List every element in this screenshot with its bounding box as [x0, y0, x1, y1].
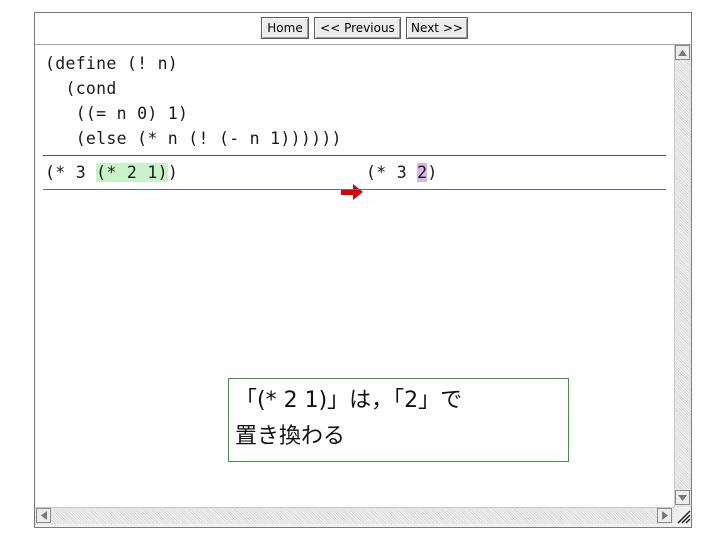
content-pane: (define (! n) (cond ((= n 0) 1) (else (*… [36, 45, 674, 507]
before-suffix: ) [167, 163, 179, 182]
scroll-up-icon[interactable] [675, 45, 690, 60]
scroll-down-icon[interactable] [675, 490, 690, 505]
scroll-left-icon[interactable] [36, 508, 51, 523]
code-line-2: (cond [45, 79, 117, 98]
toolbar: Home << Previous Next >> [35, 13, 691, 45]
reduction-after: (* 3 2) [366, 161, 438, 185]
redex-highlight: (* 2 1) [96, 163, 168, 182]
explanation-note: 「(* 2 1)」は，「2」で 置き換わる [228, 378, 569, 462]
divider-bottom [43, 189, 666, 190]
red-right-arrow-icon [341, 184, 363, 200]
divider-top [43, 155, 666, 156]
reduction-before: (* 3 (* 2 1)) [45, 161, 178, 185]
next-button[interactable]: Next >> [406, 17, 468, 39]
code-line-3: ((= n 0) 1) [45, 104, 189, 123]
code-line-4: (else (* n (! (- n 1)))))) [45, 129, 342, 148]
home-button[interactable]: Home [261, 17, 309, 39]
note-line-2: 置き換わる [235, 424, 346, 449]
note-line-1: 「(* 2 1)」は，「2」で [235, 388, 463, 413]
previous-button[interactable]: << Previous [314, 17, 401, 39]
before-prefix: (* 3 [45, 163, 97, 182]
vertical-scrollbar[interactable] [674, 45, 691, 507]
horizontal-scrollbar[interactable] [35, 507, 674, 524]
after-suffix: ) [427, 163, 438, 182]
scroll-right-icon[interactable] [657, 508, 672, 523]
code-line-1: (define (! n) [45, 54, 179, 73]
resize-grip-icon[interactable] [675, 508, 691, 524]
after-prefix: (* 3 [366, 163, 418, 182]
stepper-window: Home << Previous Next >> (define (! n) (… [34, 12, 692, 528]
result-highlight: 2 [417, 163, 428, 182]
